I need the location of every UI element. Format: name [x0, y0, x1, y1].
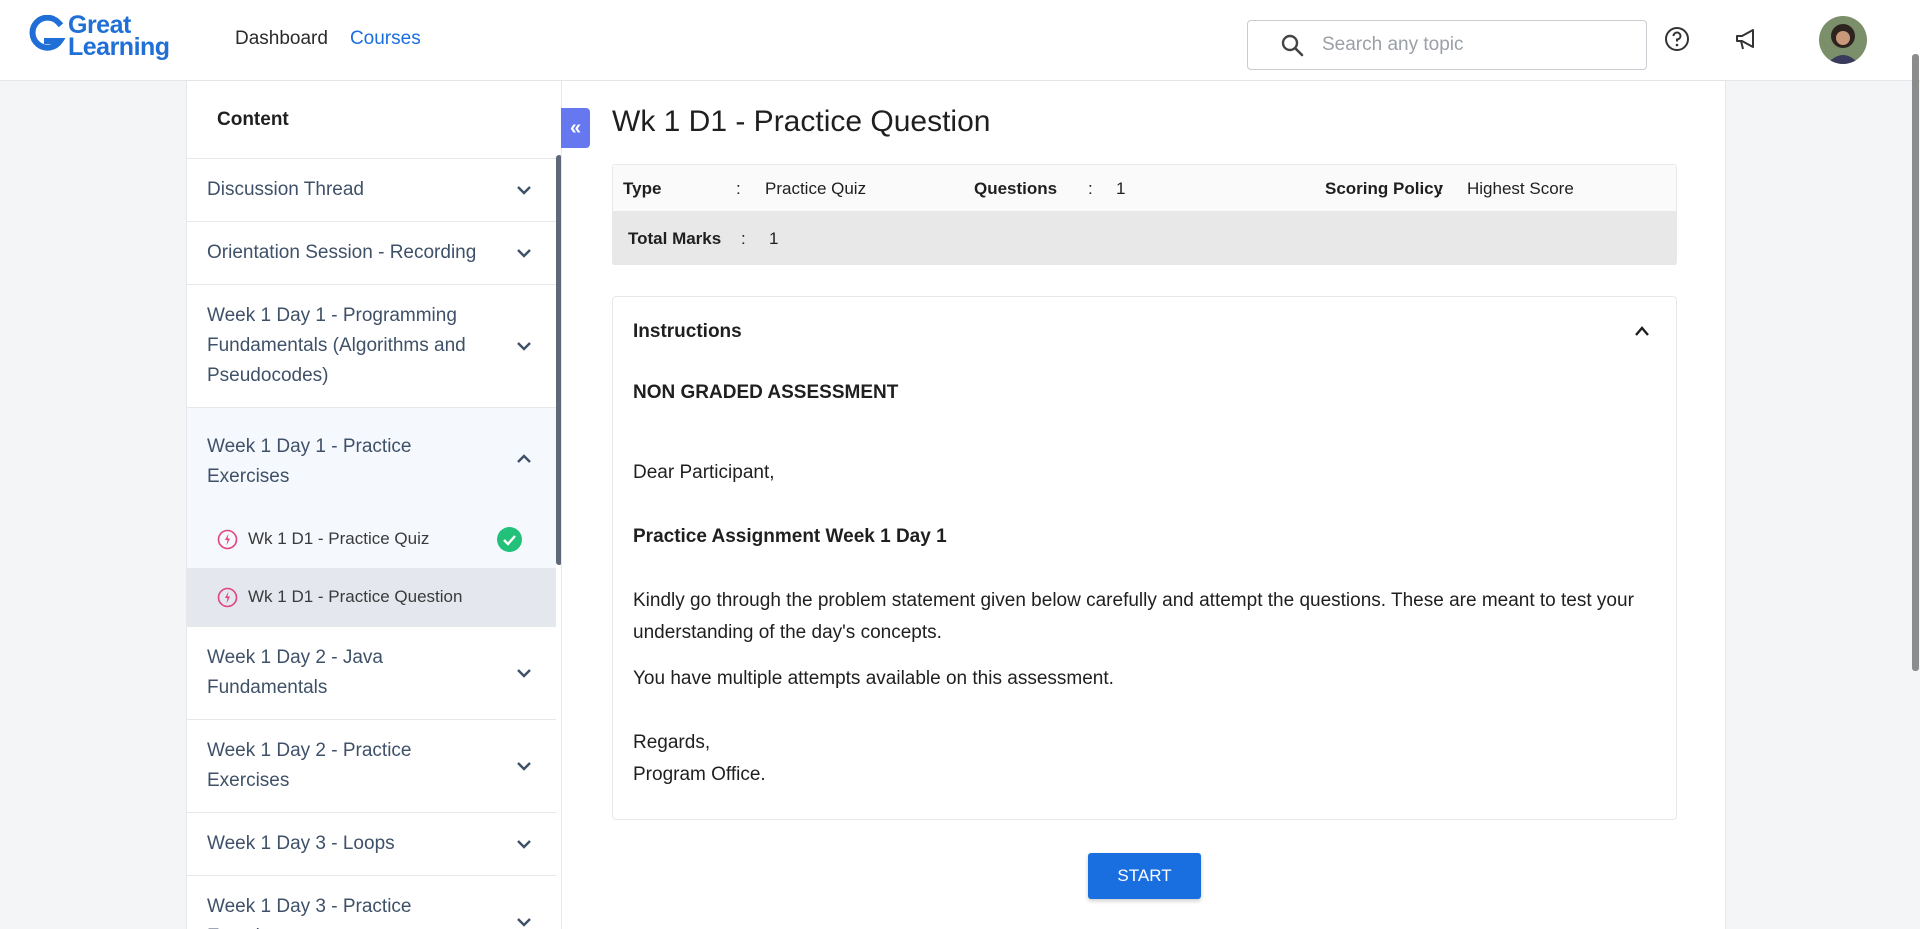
user-avatar[interactable] [1819, 16, 1867, 64]
megaphone-icon[interactable] [1734, 26, 1760, 52]
help-circle-icon[interactable] [1664, 26, 1690, 52]
chevron-down-icon [517, 918, 531, 927]
great-learning-logo[interactable]: Great Learning [29, 13, 170, 61]
completed-check-icon [497, 527, 522, 552]
instructions-heading: Instructions [633, 321, 742, 342]
meta-row: Type : Practice Quiz Questions : 1 Scori… [613, 165, 1676, 211]
section-label: Discussion Thread [207, 179, 365, 200]
page-scrollbar[interactable] [1912, 54, 1919, 671]
greeting-text: Dear Participant, [633, 462, 775, 483]
total-marks-label: Total Marks [628, 229, 722, 248]
regards-text: Regards, [633, 732, 711, 753]
meta-row: Total Marks : 1 [613, 211, 1676, 265]
section-label: Week 1 Day 1 - Practice Exercises [207, 436, 412, 487]
sidebar-section-w1d1-practice[interactable]: Week 1 Day 1 - Practice Exercises [187, 408, 556, 510]
section-label: Week 1 Day 3 - Loops [207, 833, 395, 854]
quiz-icon [217, 587, 238, 607]
scoring-policy-value: Highest Score [1467, 179, 1574, 198]
section-label: Week 1 Day 1 - Programming Fundamentals … [207, 305, 466, 386]
collapse-sidebar-button[interactable]: « [561, 108, 590, 148]
main-content: Wk 1 D1 - Practice Question Type : Pract… [562, 81, 1726, 929]
sidebar-section-discussion-thread[interactable]: Discussion Thread [187, 159, 556, 222]
page-title: Wk 1 D1 - Practice Question [612, 105, 991, 138]
sidebar-section-w1d1-programming[interactable]: Week 1 Day 1 - Programming Fundamentals … [187, 285, 556, 408]
separator: : [741, 229, 746, 248]
chevron-up-icon[interactable] [1634, 325, 1650, 337]
separator: : [736, 179, 741, 198]
sidebar-title: Content [187, 81, 561, 159]
sidebar-section-w1d2-java[interactable]: Week 1 Day 2 - Java Fundamentals [187, 626, 556, 720]
type-label: Type [623, 179, 662, 198]
search-icon [1281, 34, 1304, 57]
chevron-down-icon [517, 762, 531, 771]
chevron-up-icon [517, 454, 531, 463]
chevron-down-icon [517, 342, 531, 351]
avatar-image [1819, 16, 1867, 64]
section-label: Orientation Session - Recording [207, 242, 477, 263]
total-marks-value: 1 [769, 229, 779, 248]
chevron-down-icon [517, 840, 531, 849]
instructions-panel: Instructions NON GRADED ASSESSMENT Dear … [612, 296, 1677, 820]
start-button[interactable]: START [1088, 853, 1201, 899]
logo-text: Great Learning [68, 13, 170, 61]
nav-dashboard[interactable]: Dashboard [235, 28, 328, 50]
sidebar-item-practice-question[interactable]: Wk 1 D1 - Practice Question [187, 568, 556, 626]
chevron-down-icon [517, 669, 531, 678]
section-label: Week 1 Day 2 - Practice Exercises [207, 740, 412, 791]
content-sidebar: Content Discussion Thread Orientation Se… [186, 81, 562, 929]
quiz-icon [217, 529, 238, 549]
search-box[interactable] [1247, 20, 1647, 70]
questions-value: 1 [1116, 179, 1126, 198]
quiz-meta-table: Type : Practice Quiz Questions : 1 Scori… [612, 164, 1677, 265]
type-value: Practice Quiz [765, 179, 867, 198]
separator: : [1438, 179, 1443, 198]
section-label: Week 1 Day 2 - Java Fundamentals [207, 647, 384, 698]
instruction-paragraph: Kindly go through the problem statement … [633, 590, 1634, 643]
sidebar-item-practice-quiz[interactable]: Wk 1 D1 - Practice Quiz [187, 510, 556, 568]
sidebar-section-w1d3-loops[interactable]: Week 1 Day 3 - Loops [187, 813, 556, 876]
sidebar-section-orientation[interactable]: Orientation Session - Recording [187, 222, 556, 285]
instructions-body: NON GRADED ASSESSMENT Dear Participant, … [633, 377, 1653, 791]
attempts-note: You have multiple attempts available on … [633, 668, 1114, 689]
sidebar-section-w1d2-practice[interactable]: Week 1 Day 2 - Practice Exercises [187, 720, 556, 813]
item-label: Wk 1 D1 - Practice Quiz [248, 529, 430, 548]
separator: : [1088, 179, 1093, 198]
logo-line-2: Learning [68, 33, 170, 61]
scoring-policy-label: Scoring Policy [1325, 179, 1444, 198]
item-label: Wk 1 D1 - Practice Question [248, 587, 463, 606]
nav-courses[interactable]: Courses [350, 28, 421, 50]
search-input[interactable] [1322, 34, 1622, 56]
assignment-title: Practice Assignment Week 1 Day 1 [633, 526, 947, 547]
questions-label: Questions [974, 179, 1058, 198]
chevron-down-icon [517, 186, 531, 195]
sidebar-section-w1d3-practice[interactable]: Week 1 Day 3 - Practice Exercises [187, 876, 556, 929]
section-label: Week 1 Day 3 - Practice Exercises [207, 896, 412, 929]
main-nav: Dashboard Courses [235, 28, 421, 50]
top-header: Great Learning Dashboard Courses [0, 0, 1920, 81]
graded-status: NON GRADED ASSESSMENT [633, 382, 899, 403]
signature-text: Program Office. [633, 764, 766, 785]
logo-g-icon [29, 15, 65, 51]
chevron-down-icon [517, 249, 531, 258]
